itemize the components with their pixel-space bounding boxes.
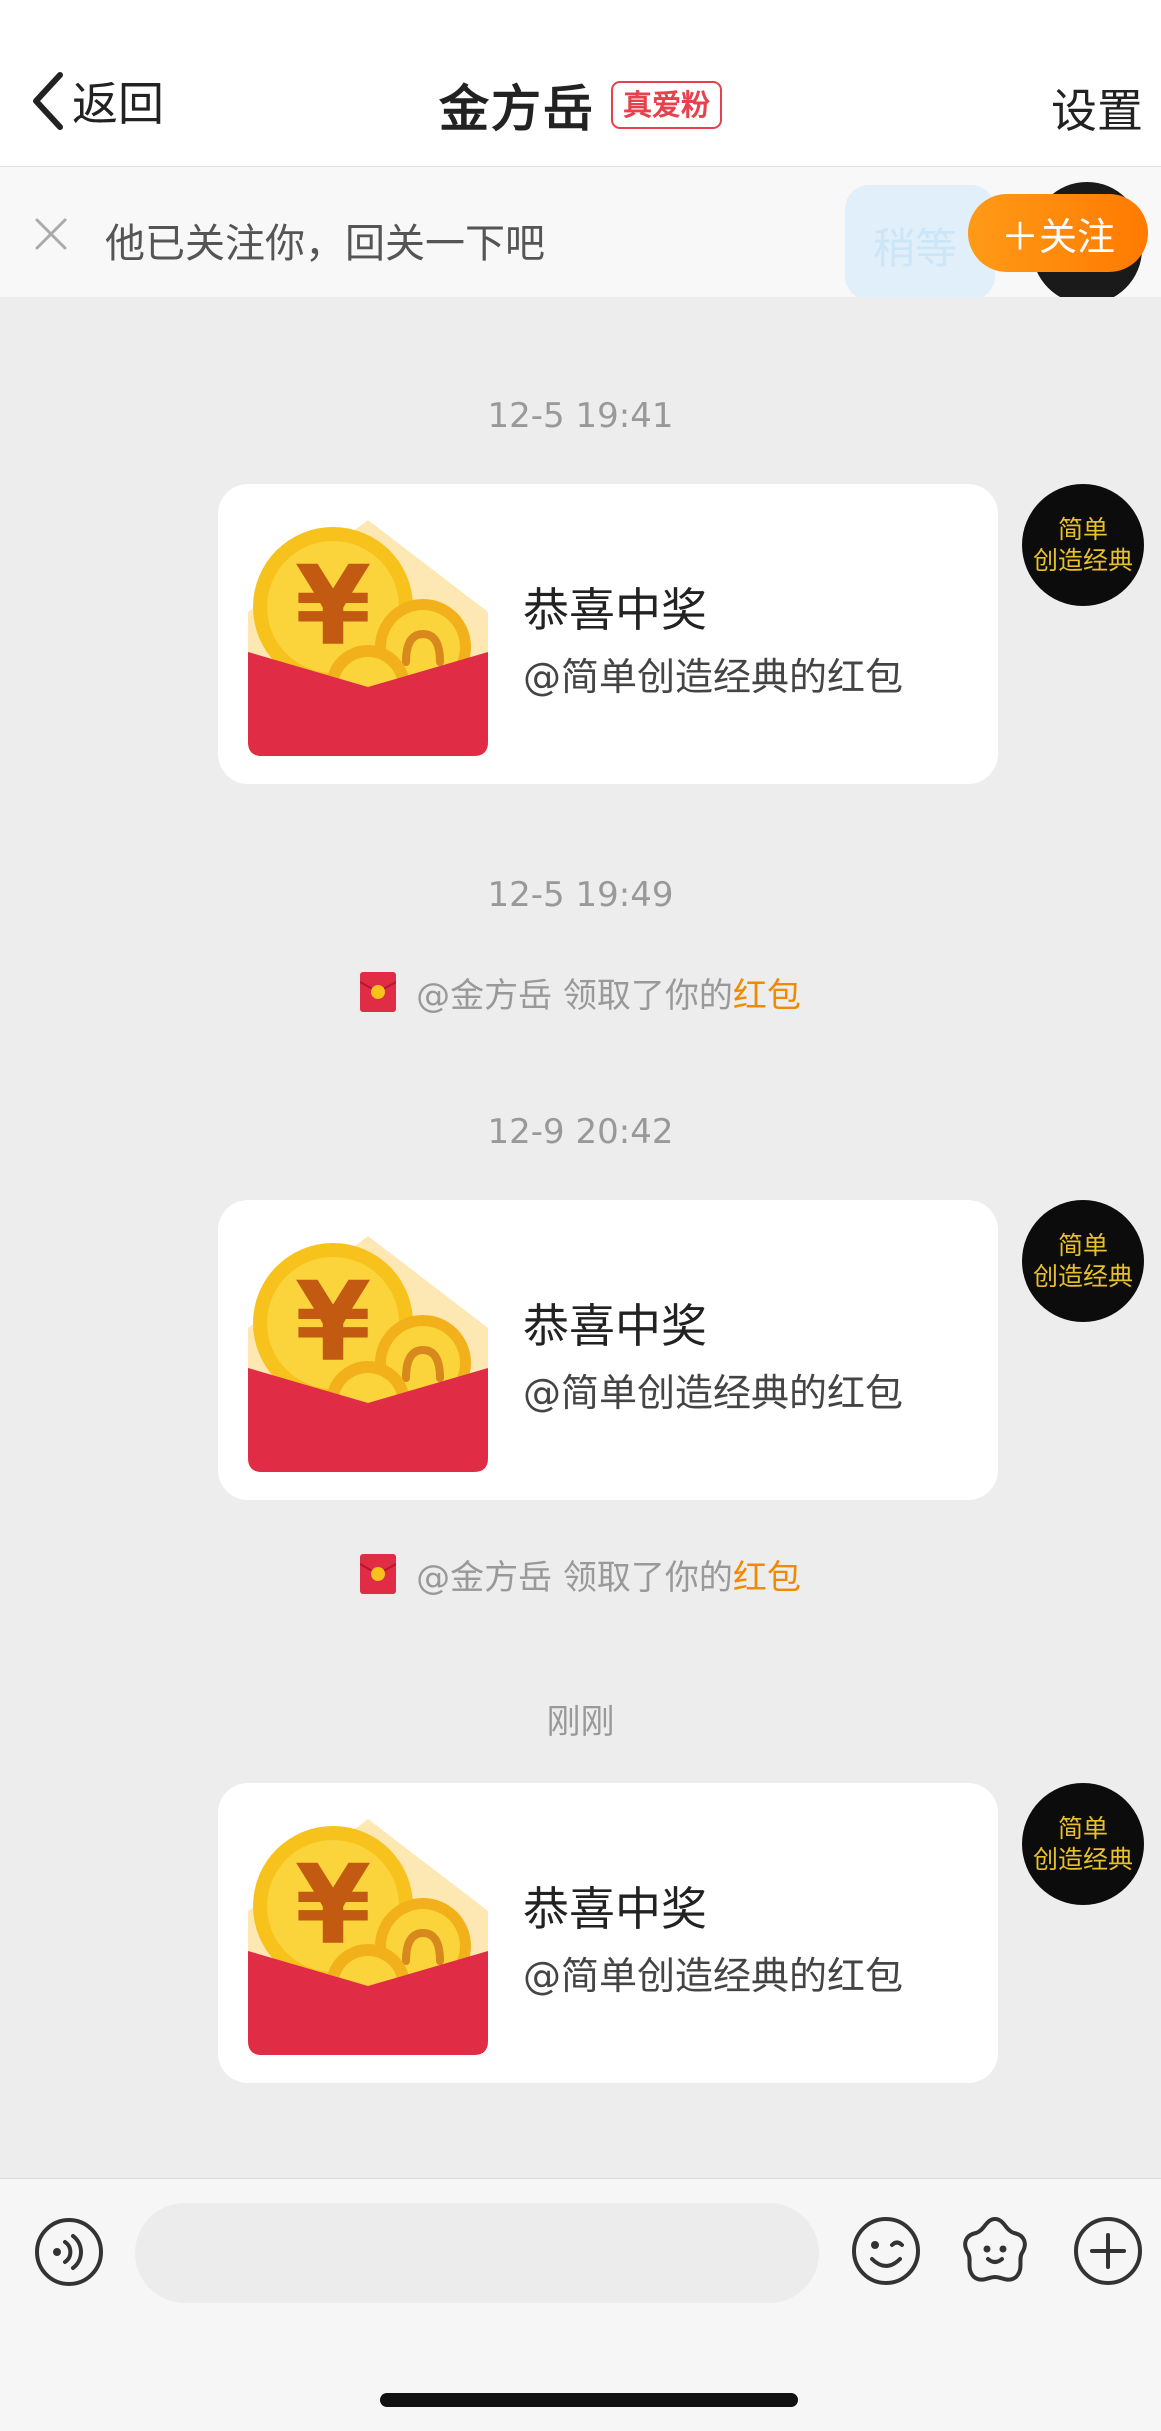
avatar[interactable]: 简单 创造经典	[1022, 484, 1144, 606]
red-packet-icon	[248, 512, 488, 756]
notice-text: @金方岳 领取了你的	[416, 1557, 733, 1598]
red-packet-icon	[360, 1554, 396, 1594]
red-packet-icon	[248, 1228, 488, 1472]
message-input[interactable]	[135, 2203, 819, 2303]
avatar-text-line1: 简单	[1057, 1814, 1108, 1843]
sticker-icon[interactable]	[958, 2213, 1032, 2287]
timestamp: 12-9 20:42	[487, 1112, 674, 1152]
timestamp: 12-5 19:41	[487, 396, 674, 436]
title-area: 金方岳 真爱粉	[0, 70, 1161, 140]
avatar[interactable]: 简单 创造经典	[1022, 1783, 1144, 1905]
red-packet-icon	[248, 1811, 488, 2055]
avatar-text-line2: 创造经典	[1032, 1262, 1133, 1291]
red-packet-subtitle: @简单创造经典的红包	[523, 1371, 904, 1415]
red-packet-title: 恭喜中奖	[523, 1299, 707, 1353]
avatar-text-line2: 创造经典	[1032, 1845, 1133, 1874]
red-packet-message[interactable]: 恭喜中奖 @简单创造经典的红包	[218, 1200, 998, 1500]
page-title[interactable]: 金方岳	[439, 69, 595, 141]
avatar-text-line1: 简单	[1057, 515, 1108, 544]
notice-text: @金方岳 领取了你的	[416, 975, 733, 1016]
voice-icon[interactable]	[33, 2216, 105, 2288]
red-packet-claimed-notice: @金方岳 领取了你的 红包	[0, 1550, 1161, 1598]
timestamp: 12-5 19:49	[487, 875, 674, 915]
red-packet-claimed-notice: @金方岳 领取了你的 红包	[0, 968, 1161, 1016]
follow-button[interactable]: ＋关注	[968, 194, 1148, 272]
plus-icon[interactable]	[1072, 2215, 1144, 2287]
avatar-text-line2: 创造经典	[1032, 546, 1133, 575]
loading-overlay-text: 稍等	[873, 224, 958, 273]
fan-badge: 真爱粉	[610, 81, 722, 129]
follow-hint-text: 他已关注你，回关一下吧	[105, 221, 545, 267]
home-indicator	[380, 2393, 798, 2407]
avatar[interactable]: 简单 创造经典	[1022, 1200, 1144, 1322]
follow-suggestion-bar: 他已关注你，回关一下吧 稍等 ＋关注	[0, 167, 1161, 297]
red-packet-title: 恭喜中奖	[523, 1882, 707, 1936]
avatar-text-line1: 简单	[1057, 1231, 1108, 1260]
settings-button[interactable]: 设置	[1051, 75, 1143, 141]
timestamp: 刚刚	[546, 1702, 615, 1742]
emoji-icon[interactable]	[850, 2215, 922, 2287]
red-packet-title: 恭喜中奖	[523, 583, 707, 637]
red-packet-message[interactable]: 恭喜中奖 @简单创造经典的红包	[218, 484, 998, 784]
red-packet-icon	[360, 972, 396, 1012]
close-icon[interactable]	[34, 217, 68, 251]
red-packet-link[interactable]: 红包	[733, 968, 801, 1017]
red-packet-message[interactable]: 恭喜中奖 @简单创造经典的红包	[218, 1783, 998, 2083]
red-packet-subtitle: @简单创造经典的红包	[523, 655, 904, 699]
red-packet-link[interactable]: 红包	[733, 1550, 801, 1599]
red-packet-subtitle: @简单创造经典的红包	[523, 1954, 904, 1998]
nav-header: 返回 金方岳 真爱粉 设置	[0, 0, 1161, 167]
